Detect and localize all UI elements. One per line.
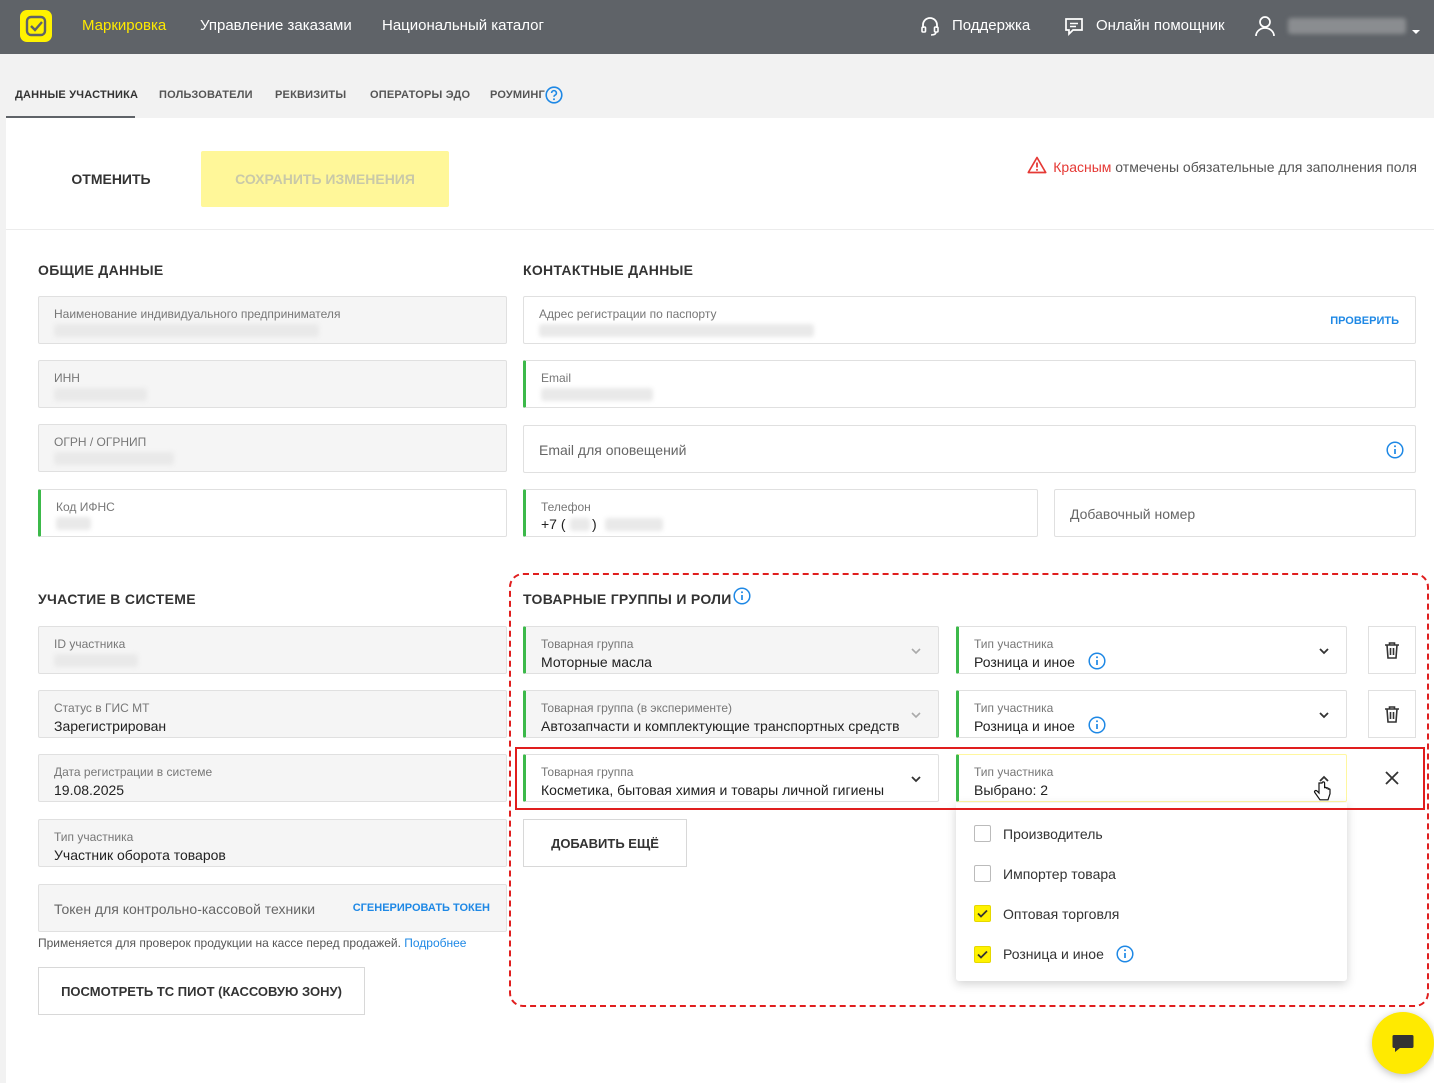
ifns-code-label: Код ИФНС bbox=[56, 500, 115, 514]
token-hint-text: Применяется для проверок продукции на ка… bbox=[38, 936, 405, 950]
token-hint-more-link[interactable]: Подробнее bbox=[404, 936, 466, 950]
ie-name-value-redacted bbox=[54, 324, 319, 337]
ogrn-field[interactable]: ОГРН / ОГРНИП bbox=[38, 424, 507, 472]
markirovka-logo-icon[interactable] bbox=[20, 10, 52, 42]
headset-icon bbox=[919, 15, 941, 42]
user-name-redacted[interactable] bbox=[1288, 18, 1406, 34]
passport-address-value-redacted bbox=[539, 324, 814, 337]
phone-area-code-redacted bbox=[570, 518, 590, 531]
action-bar: ОТМЕНИТЬ СОХРАНИТЬ ИЗМЕНЕНИЯ Красным отм… bbox=[6, 118, 1434, 230]
ifns-code-field[interactable]: Код ИФНС bbox=[38, 489, 507, 537]
chevron-down-icon[interactable] bbox=[1411, 23, 1421, 41]
annotation-solid-highlight bbox=[515, 747, 1425, 810]
ie-name-field[interactable]: Наименование индивидуального предпринима… bbox=[38, 296, 507, 344]
email-value-redacted bbox=[541, 388, 653, 401]
gis-status-value: Зарегистрирован bbox=[54, 718, 167, 734]
chat-bubble-icon bbox=[1063, 15, 1085, 42]
check-address-button[interactable]: ПРОВЕРИТЬ bbox=[1330, 315, 1399, 327]
general-data-title: ОБЩИЕ ДАННЫЕ bbox=[38, 262, 164, 278]
ogrn-label: ОГРН / ОГРНИП bbox=[54, 435, 147, 449]
view-pos-zone-button[interactable]: ПОСМОТРЕТЬ ТС ПИОТ (КАССОВУЮ ЗОНУ) bbox=[38, 967, 365, 1015]
email-field[interactable]: Email bbox=[523, 360, 1416, 408]
cancel-button[interactable]: ОТМЕНИТЬ bbox=[46, 151, 176, 207]
nav-markirovka[interactable]: Маркировка bbox=[82, 17, 166, 34]
user-icon[interactable] bbox=[1254, 14, 1276, 43]
info-icon[interactable] bbox=[1386, 441, 1404, 464]
gis-status-label: Статус в ГИС МТ bbox=[54, 701, 150, 715]
inn-field[interactable]: ИНН bbox=[38, 360, 507, 408]
kkt-token-placeholder: Токен для контрольно-кассовой техники bbox=[54, 901, 316, 917]
participation-title: УЧАСТИЕ В СИСТЕМЕ bbox=[38, 591, 196, 607]
ifns-code-value-redacted bbox=[56, 517, 91, 530]
chat-widget-button[interactable] bbox=[1372, 1012, 1434, 1074]
nav-national-catalog[interactable]: Национальный каталог bbox=[382, 17, 544, 34]
support-link[interactable]: Поддержка bbox=[952, 17, 1030, 34]
phone-prefix: +7 ( bbox=[541, 516, 566, 532]
hand-cursor-icon bbox=[1313, 781, 1331, 810]
phone-field[interactable]: Телефон +7 ( ) bbox=[523, 489, 1038, 537]
participant-id-field[interactable]: ID участника bbox=[38, 626, 507, 674]
ie-name-label: Наименование индивидуального предпринима… bbox=[54, 307, 341, 321]
email-label: Email bbox=[541, 371, 572, 385]
kkt-token-field[interactable]: Токен для контрольно-кассовой техники СГ… bbox=[38, 884, 507, 932]
inn-label: ИНН bbox=[54, 371, 80, 385]
tab-roaming[interactable]: РОУМИНГ bbox=[490, 89, 545, 101]
extension-number-placeholder: Добавочный номер bbox=[1070, 506, 1196, 522]
nav-order-management[interactable]: Управление заказами bbox=[200, 17, 352, 34]
notification-email-placeholder: Email для оповещений bbox=[539, 442, 687, 458]
phone-close-paren: ) bbox=[592, 516, 597, 532]
required-note-text: отмечены обязательные для заполнения пол… bbox=[1111, 158, 1417, 175]
inn-value-redacted bbox=[54, 388, 147, 401]
phone-number-redacted bbox=[605, 518, 663, 531]
extension-number-field[interactable]: Добавочный номер bbox=[1054, 489, 1416, 537]
notification-email-field[interactable]: Email для оповещений bbox=[523, 425, 1416, 473]
help-icon[interactable] bbox=[545, 86, 563, 109]
registration-date-label: Дата регистрации в системе bbox=[54, 765, 213, 779]
phone-label: Телефон bbox=[541, 500, 591, 514]
required-fields-note: Красным отмечены обязательные для заполн… bbox=[1027, 156, 1417, 177]
contact-data-title: КОНТАКТНЫЕ ДАННЫЕ bbox=[523, 262, 694, 278]
ogrn-value-redacted bbox=[54, 452, 174, 465]
registration-date-field[interactable]: Дата регистрации в системе 19.08.2025 bbox=[38, 754, 507, 802]
participant-type-label: Тип участника bbox=[54, 830, 134, 844]
gis-status-field[interactable]: Статус в ГИС МТ Зарегистрирован bbox=[38, 690, 507, 738]
registration-date-value: 19.08.2025 bbox=[54, 782, 125, 798]
participant-type-value: Участник оборота товаров bbox=[54, 847, 226, 863]
passport-address-field[interactable]: Адрес регистрации по паспорту ПРОВЕРИТЬ bbox=[523, 296, 1416, 344]
token-hint: Применяется для проверок продукции на ка… bbox=[38, 936, 466, 950]
warning-icon bbox=[1027, 156, 1047, 177]
tab-participant-data[interactable]: ДАННЫЕ УЧАСТНИКА bbox=[15, 89, 138, 101]
tab-edo-operators[interactable]: ОПЕРАТОРЫ ЭДО bbox=[370, 89, 470, 101]
online-assistant-link[interactable]: Онлайн помощник bbox=[1096, 17, 1225, 34]
tab-requisites[interactable]: РЕКВИЗИТЫ bbox=[275, 89, 346, 101]
generate-token-button[interactable]: СГЕНЕРИРОВАТЬ ТОКЕН bbox=[353, 902, 490, 914]
required-note-red-word: Красным bbox=[1053, 158, 1112, 175]
save-changes-button[interactable]: СОХРАНИТЬ ИЗМЕНЕНИЯ bbox=[201, 151, 449, 207]
tab-users[interactable]: ПОЛЬЗОВАТЕЛИ bbox=[159, 89, 253, 101]
tabs-bar: ДАННЫЕ УЧАСТНИКА ПОЛЬЗОВАТЕЛИ РЕКВИЗИТЫ … bbox=[0, 54, 1434, 118]
participant-type-field[interactable]: Тип участника Участник оборота товаров bbox=[38, 819, 507, 867]
top-navigation-bar: Маркировка Управление заказами Националь… bbox=[0, 0, 1434, 54]
participant-id-value-redacted bbox=[54, 654, 138, 667]
passport-address-label: Адрес регистрации по паспорту bbox=[539, 307, 717, 321]
participant-id-label: ID участника bbox=[54, 637, 126, 651]
chat-icon bbox=[1392, 1035, 1414, 1052]
